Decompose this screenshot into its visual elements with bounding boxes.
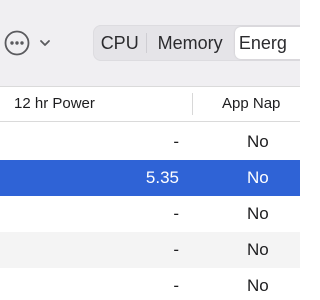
ellipsis-circle-icon [4,30,30,56]
power-cell: 5.35 [145,168,179,187]
toolbar: CPU Memory Energ [0,0,300,86]
table-header: 12 hr Power App Nap [0,86,300,122]
column-divider[interactable] [192,93,193,115]
table-row[interactable]: - No [0,124,300,160]
process-table-body: - No 5.35 No - No - No - No [0,124,300,300]
app-nap-cell: No [247,204,269,223]
table-row[interactable]: - No [0,232,300,268]
table-row-selected[interactable]: 5.35 No [0,160,300,196]
column-header-12hr-power[interactable]: 12 hr Power [14,87,95,121]
power-cell: - [173,276,179,295]
table-row[interactable]: - No [0,268,300,300]
app-nap-cell: No [247,240,269,259]
power-cell: - [173,204,179,223]
power-cell: - [173,132,179,151]
activity-monitor-window: CPU Memory Energ 12 hr Power App Nap - N… [0,0,300,300]
tab-cpu[interactable]: CPU [93,25,146,61]
app-nap-cell: No [247,132,269,151]
tab-memory[interactable]: Memory [147,25,232,61]
app-nap-cell: No [247,276,269,295]
more-actions-menu[interactable] [4,26,60,60]
chevron-down-icon [40,40,50,46]
power-cell: - [173,240,179,259]
table-row[interactable]: - No [0,196,300,232]
app-nap-cell: No [247,168,269,187]
column-header-app-nap[interactable]: App Nap [222,87,280,121]
view-segmented-control: CPU Memory Energ [93,25,300,61]
tab-energy[interactable]: Energ [234,27,300,59]
